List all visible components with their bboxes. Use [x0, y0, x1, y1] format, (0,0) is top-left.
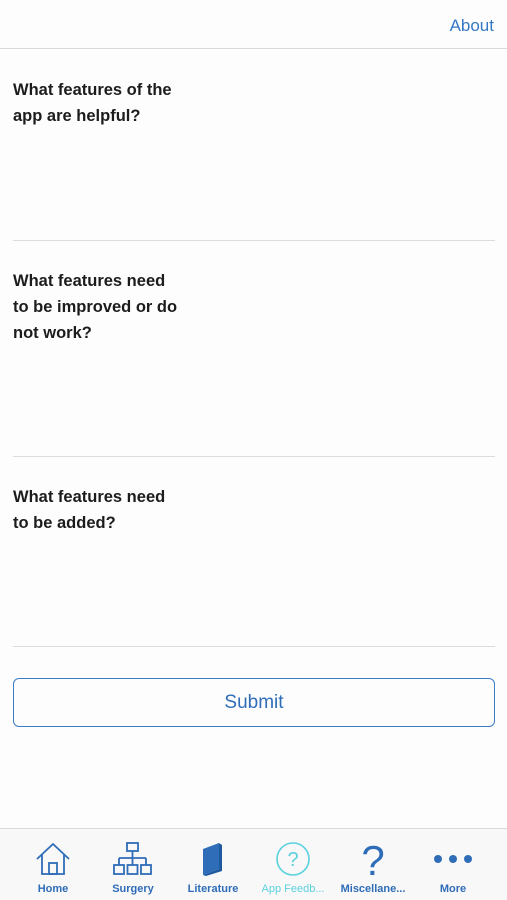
question-added-features: What features need to be added? — [13, 482, 495, 647]
more-dots-icon — [433, 839, 473, 879]
tab-label: Home — [37, 883, 69, 895]
question-improve-features: What features need to be improved or do … — [13, 266, 495, 457]
navigation-bar: About — [0, 0, 507, 49]
tab-miscellaneous[interactable]: ? Miscellane... — [333, 829, 413, 900]
tab-label: App Feedb... — [261, 883, 325, 895]
tab-more[interactable]: More — [413, 829, 493, 900]
submit-button[interactable]: Submit — [13, 678, 495, 727]
svg-text:?: ? — [361, 839, 384, 879]
question-label: What features need to be improved or do … — [13, 272, 178, 342]
tab-app-feedback[interactable]: ? App Feedb... — [253, 829, 333, 900]
tab-literature[interactable]: Literature — [173, 829, 253, 900]
svg-text:?: ? — [287, 849, 298, 871]
tab-home[interactable]: Home — [13, 829, 93, 900]
question-label: What features need to be added? — [13, 488, 166, 532]
question-label: What features of the app are helpful? — [13, 81, 172, 125]
tab-surgery[interactable]: Surgery — [93, 829, 173, 900]
question-circle-icon: ? — [275, 839, 311, 879]
question-helpful-features: What features of the app are helpful? — [13, 75, 495, 241]
book-icon — [199, 839, 227, 879]
app-feedback-screen: About What features of the app are helpf… — [0, 0, 507, 900]
tab-label: More — [439, 883, 467, 895]
hierarchy-icon — [113, 839, 153, 879]
about-link[interactable]: About — [450, 16, 494, 36]
tab-bar: Home Surgery Literature ? App Feedb... ?… — [0, 828, 507, 900]
question-mark-icon: ? — [358, 839, 388, 879]
tab-label: Literature — [187, 883, 239, 895]
tab-label: Miscellane... — [340, 883, 406, 895]
home-icon — [34, 839, 72, 879]
tab-label: Surgery — [112, 883, 154, 895]
